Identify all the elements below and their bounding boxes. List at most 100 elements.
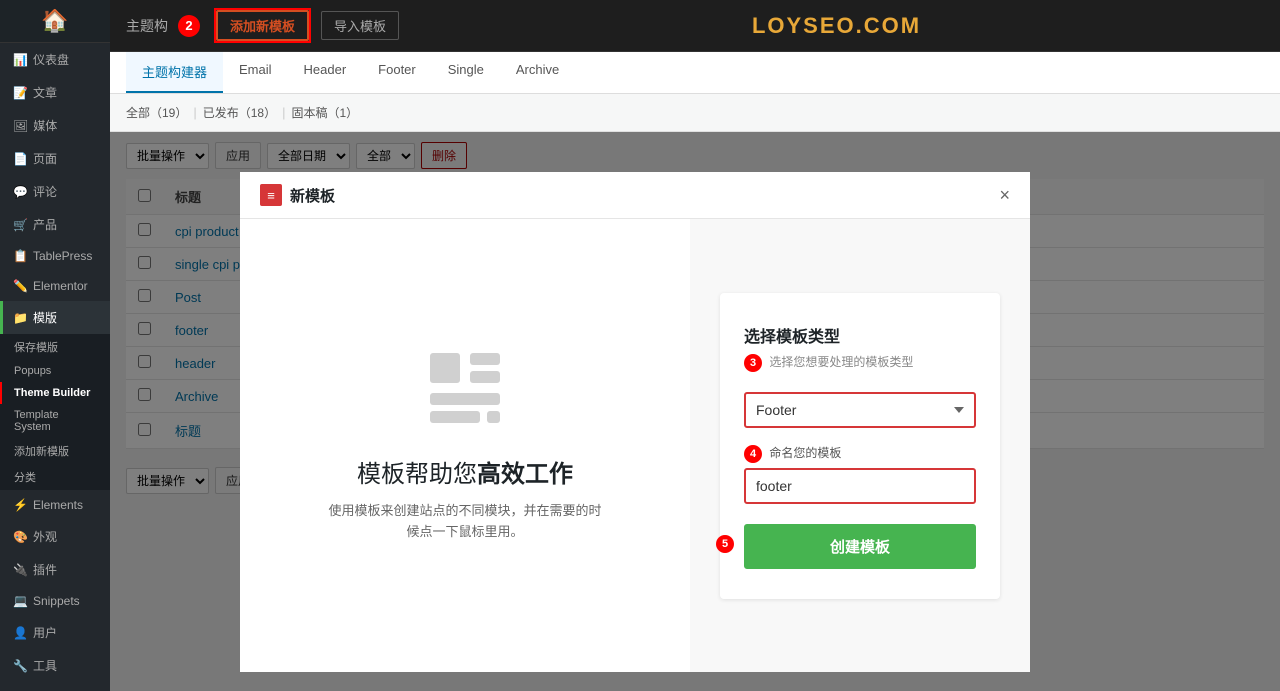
filter-all[interactable]: 全部（19） [126,104,187,121]
sidebar-label-media: 媒体 [33,117,57,134]
sidebar-item-templates[interactable]: 📁 模版 [0,301,110,334]
comments-icon: 💬 [13,185,28,199]
plugins-icon: 🔌 [13,563,28,577]
sidebar-label-templates: 模版 [33,309,57,326]
sidebar-label-tablepress: TablePress [33,249,92,263]
tab-theme-builder[interactable]: 主题构建器 [126,52,223,93]
sidebar-logo: 🏠 [0,0,110,43]
sidebar-item-tools[interactable]: 🔧 工具 [0,649,110,682]
tab-single[interactable]: Single [432,52,500,93]
sidebar-label-products: 产品 [33,216,57,233]
sidebar-item-categories[interactable]: 分类 [0,464,110,490]
modal-left-panel: 模板帮助您高效工作 使用模板来创建站点的不同模块，并在需要的时候点一下鼠标里用。 [240,219,690,672]
step-5-badge: 5 [716,535,734,553]
add-new-template-button[interactable]: 添加新模板 [216,10,309,41]
modal-right-panel: 选择模板类型 3 选择您想要处理的模板类型 Page Section [690,219,1030,672]
sidebar-group-templates: 📁 模版 保存模版 Popups Theme Builder Template … [0,301,110,490]
form-group-type: Page Section Header Footer Single Archiv… [744,392,976,428]
modal-main-text: 模板帮助您高效工作 [357,454,573,489]
form-group-name: 4 命名您的模板 [744,444,976,504]
sidebar-item-plugins[interactable]: 🔌 插件 [0,553,110,586]
sidebar-label-comments: 评论 [33,183,57,200]
sidebar-item-add-template[interactable]: 添加新模版 [0,438,110,464]
appearance-icon: 🎨 [13,530,28,544]
choose-title: 选择模板类型 [744,323,976,347]
elements-icon: ⚡ [13,498,28,512]
step-2-badge: 2 [178,15,200,37]
create-button-wrapper: 5 创建模板 [744,520,976,569]
sidebar-item-elements[interactable]: ⚡ Elements [0,490,110,520]
tab-email[interactable]: Email [223,52,288,93]
modal-close-button[interactable]: × [999,185,1010,206]
site-logo-text: LOYSEO.COM [752,13,921,38]
template-type-select[interactable]: Page Section Header Footer Single Archiv… [744,392,976,428]
modal-body: 模板帮助您高效工作 使用模板来创建站点的不同模块，并在需要的时候点一下鼠标里用。… [240,219,1030,672]
filter-draft[interactable]: 固本稿（1） [292,104,359,121]
template-name-input[interactable] [744,468,976,504]
sub-tabs-bar: 主题构建器 Email Header Footer Single Archive [110,52,1280,94]
template-name-label: 4 命名您的模板 [744,444,976,463]
media-icon: 🖼 [13,119,28,133]
create-template-button[interactable]: 创建模板 [744,524,976,569]
sidebar-label-plugins: 插件 [33,561,57,578]
modal-illustration [425,348,505,438]
elementor-icon: ✏️ [13,279,28,293]
tab-header[interactable]: Header [288,52,363,93]
tools-icon: 🔧 [13,659,28,673]
import-template-button[interactable]: 导入模板 [321,11,399,40]
choose-template-type-box: 选择模板类型 3 选择您想要处理的模板类型 Page Section [720,293,1000,599]
sidebar-group-posts: 📝 文章 [0,76,110,109]
tab-archive[interactable]: Archive [500,52,575,93]
modal-header: ≡ 新模板 × [240,172,1030,219]
filter-bar: 全部（19） | 已发布（18） | 固本稿（1） [110,94,1280,132]
posts-icon: 📝 [13,86,28,100]
sidebar-item-appearance[interactable]: 🎨 外观 [0,520,110,553]
tab-footer[interactable]: Footer [362,52,432,93]
sidebar-item-settings[interactable]: ⚙️ 设置 [0,682,110,691]
sidebar-item-saved-templates[interactable]: 保存模版 [0,334,110,360]
sidebar-label-elementor: Elementor [33,279,88,293]
choose-sub-label: 3 选择您想要处理的模板类型 [744,353,976,372]
modal-sub-text: 使用模板来创建站点的不同模块，并在需要的时候点一下鼠标里用。 [325,501,605,543]
sidebar-item-elementor[interactable]: ✏️ Elementor [0,271,110,301]
sidebar-label-users: 用户 [33,624,57,641]
filter-published[interactable]: 已发布（18） [203,104,276,121]
topbar: 主题构 2 添加新模板 导入模板 LOYSEO.COM [110,0,1280,52]
sidebar-item-popups[interactable]: Popups [0,360,110,382]
sidebar: 🏠 📊 仪表盘 📝 文章 🖼 媒体 📄 页面 💬 评论 🛒 [0,0,110,691]
step-4-badge: 4 [744,445,762,463]
sidebar-item-template-system[interactable]: Template System [0,404,110,438]
sidebar-group-dashboard: 📊 仪表盘 [0,43,110,76]
page-title: 主题构 [126,16,168,36]
add-button-wrapper: 添加新模板 [214,8,311,43]
sidebar-item-products[interactable]: 🛒 产品 [0,208,110,241]
products-icon: 🛒 [13,218,28,232]
sidebar-label-appearance: 外观 [33,528,57,545]
users-icon: 👤 [13,626,28,640]
sidebar-label-elements: Elements [33,498,83,512]
main-content: 主题构 2 添加新模板 导入模板 LOYSEO.COM 主题构建器 Email … [110,0,1280,691]
sidebar-item-users[interactable]: 👤 用户 [0,616,110,649]
sidebar-item-media[interactable]: 🖼 媒体 [0,109,110,142]
sidebar-label-snippets: Snippets [33,594,80,608]
sidebar-item-tablepress[interactable]: 📋 TablePress [0,241,110,271]
sidebar-item-pages[interactable]: 📄 页面 [0,142,110,175]
sidebar-item-comments[interactable]: 💬 评论 [0,175,110,208]
sidebar-label-posts: 文章 [33,84,57,101]
content-area: 批量操作 应用 全部日期 全部 删除 标题 cpi produ [110,132,1280,691]
sidebar-templates-submenu: 保存模版 Popups Theme Builder Template Syste… [0,334,110,490]
sidebar-item-theme-builder[interactable]: Theme Builder [0,382,110,404]
sidebar-item-posts[interactable]: 📝 文章 [0,76,110,109]
modal-elementor-icon: ≡ [260,184,282,206]
site-logo-area: LOYSEO.COM [409,13,1264,39]
pages-icon: 📄 [13,152,28,166]
sidebar-label-dashboard: 仪表盘 [33,51,69,68]
sidebar-label-tools: 工具 [33,657,57,674]
sidebar-item-snippets[interactable]: 💻 Snippets [0,586,110,616]
modal-title-text: 新模板 [290,185,335,206]
templates-icon: 📁 [13,311,28,325]
sidebar-item-dashboard[interactable]: 📊 仪表盘 [0,43,110,76]
tablepress-icon: 📋 [13,249,28,263]
dashboard-icon: 📊 [13,53,28,67]
sidebar-label-pages: 页面 [33,150,57,167]
